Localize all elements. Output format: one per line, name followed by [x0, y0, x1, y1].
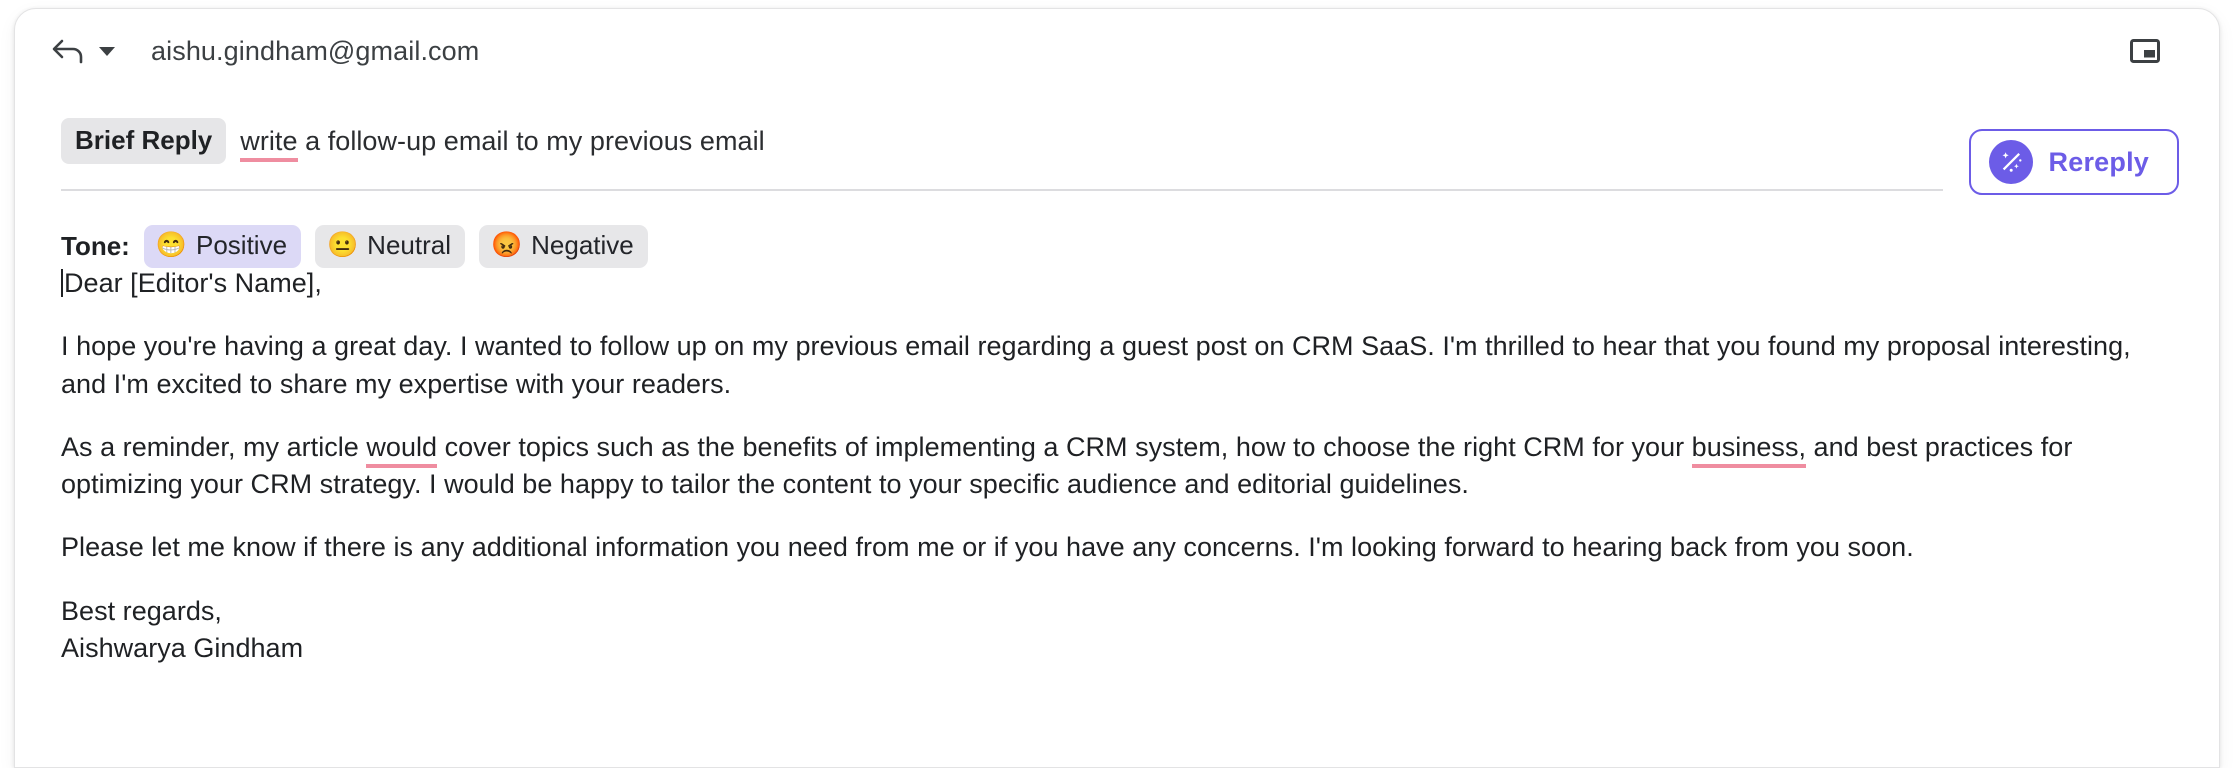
- tone-option-positive[interactable]: 😁 Positive: [143, 225, 302, 269]
- misspelled-word: write: [240, 125, 298, 162]
- tone-option-neutral-label: Neutral: [367, 230, 451, 260]
- prompt-input[interactable]: write a follow-up email to my previous e…: [240, 125, 765, 162]
- email-salutation: Dear [Editor's Name],: [61, 265, 2151, 302]
- chevron-down-icon[interactable]: [99, 46, 115, 56]
- prompt-remainder: a follow-up email to my previous email: [297, 125, 765, 156]
- email-paragraph-1: I hope you're having a great day. I want…: [61, 331, 2131, 399]
- brief-reply-chip[interactable]: Brief Reply: [61, 118, 227, 164]
- misspelled-word: would: [366, 431, 438, 468]
- reply-arrow-icon[interactable]: [51, 36, 85, 66]
- salutation-text: Dear [Editor's Name],: [64, 268, 322, 298]
- compose-card: aishu.gindham@gmail.com Brief Reply writ…: [14, 8, 2220, 768]
- magic-wand-icon: [1988, 140, 2033, 184]
- recipient-address[interactable]: aishu.gindham@gmail.com: [151, 36, 479, 67]
- paragraph-2-part-b: cover topics such as the benefits of imp…: [437, 431, 1692, 462]
- rereply-button[interactable]: Rereply: [1968, 129, 2179, 195]
- tone-option-neutral[interactable]: 😐 Neutral: [315, 225, 465, 269]
- text-caret: [61, 269, 63, 297]
- email-sender-name: Aishwarya Gindham: [61, 632, 304, 663]
- prompt-divider: [61, 189, 1943, 191]
- compose-header: aishu.gindham@gmail.com: [15, 9, 2219, 93]
- email-body-editor[interactable]: Dear [Editor's Name], I hope you're havi…: [61, 265, 2151, 667]
- popout-window-icon: [2130, 39, 2160, 63]
- rereply-label: Rereply: [2048, 146, 2149, 177]
- email-paragraph-3: Please let me know if there is any addit…: [61, 532, 1914, 563]
- popout-window-button[interactable]: [2127, 33, 2163, 69]
- email-paragraph-2: As a reminder, my article would cover to…: [61, 429, 2151, 504]
- email-signoff: Best regards,: [61, 595, 222, 626]
- tone-label: Tone:: [61, 231, 130, 262]
- angry-face-icon: 😡: [491, 231, 523, 260]
- tone-option-negative[interactable]: 😡 Negative: [479, 225, 648, 269]
- paragraph-2-part-a: As a reminder, my article: [61, 431, 367, 462]
- tone-option-negative-label: Negative: [531, 230, 634, 260]
- misspelled-word: business,: [1691, 431, 1807, 468]
- smiling-face-icon: 😁: [155, 231, 187, 260]
- prompt-row: Brief Reply write a follow-up email to m…: [15, 93, 2219, 189]
- reply-mode-control[interactable]: [51, 36, 115, 66]
- tone-selector: Tone: 😁 Positive 😐 Neutral 😡 Negative: [61, 225, 662, 269]
- tone-option-positive-label: Positive: [195, 230, 288, 260]
- neutral-face-icon: 😐: [327, 231, 359, 260]
